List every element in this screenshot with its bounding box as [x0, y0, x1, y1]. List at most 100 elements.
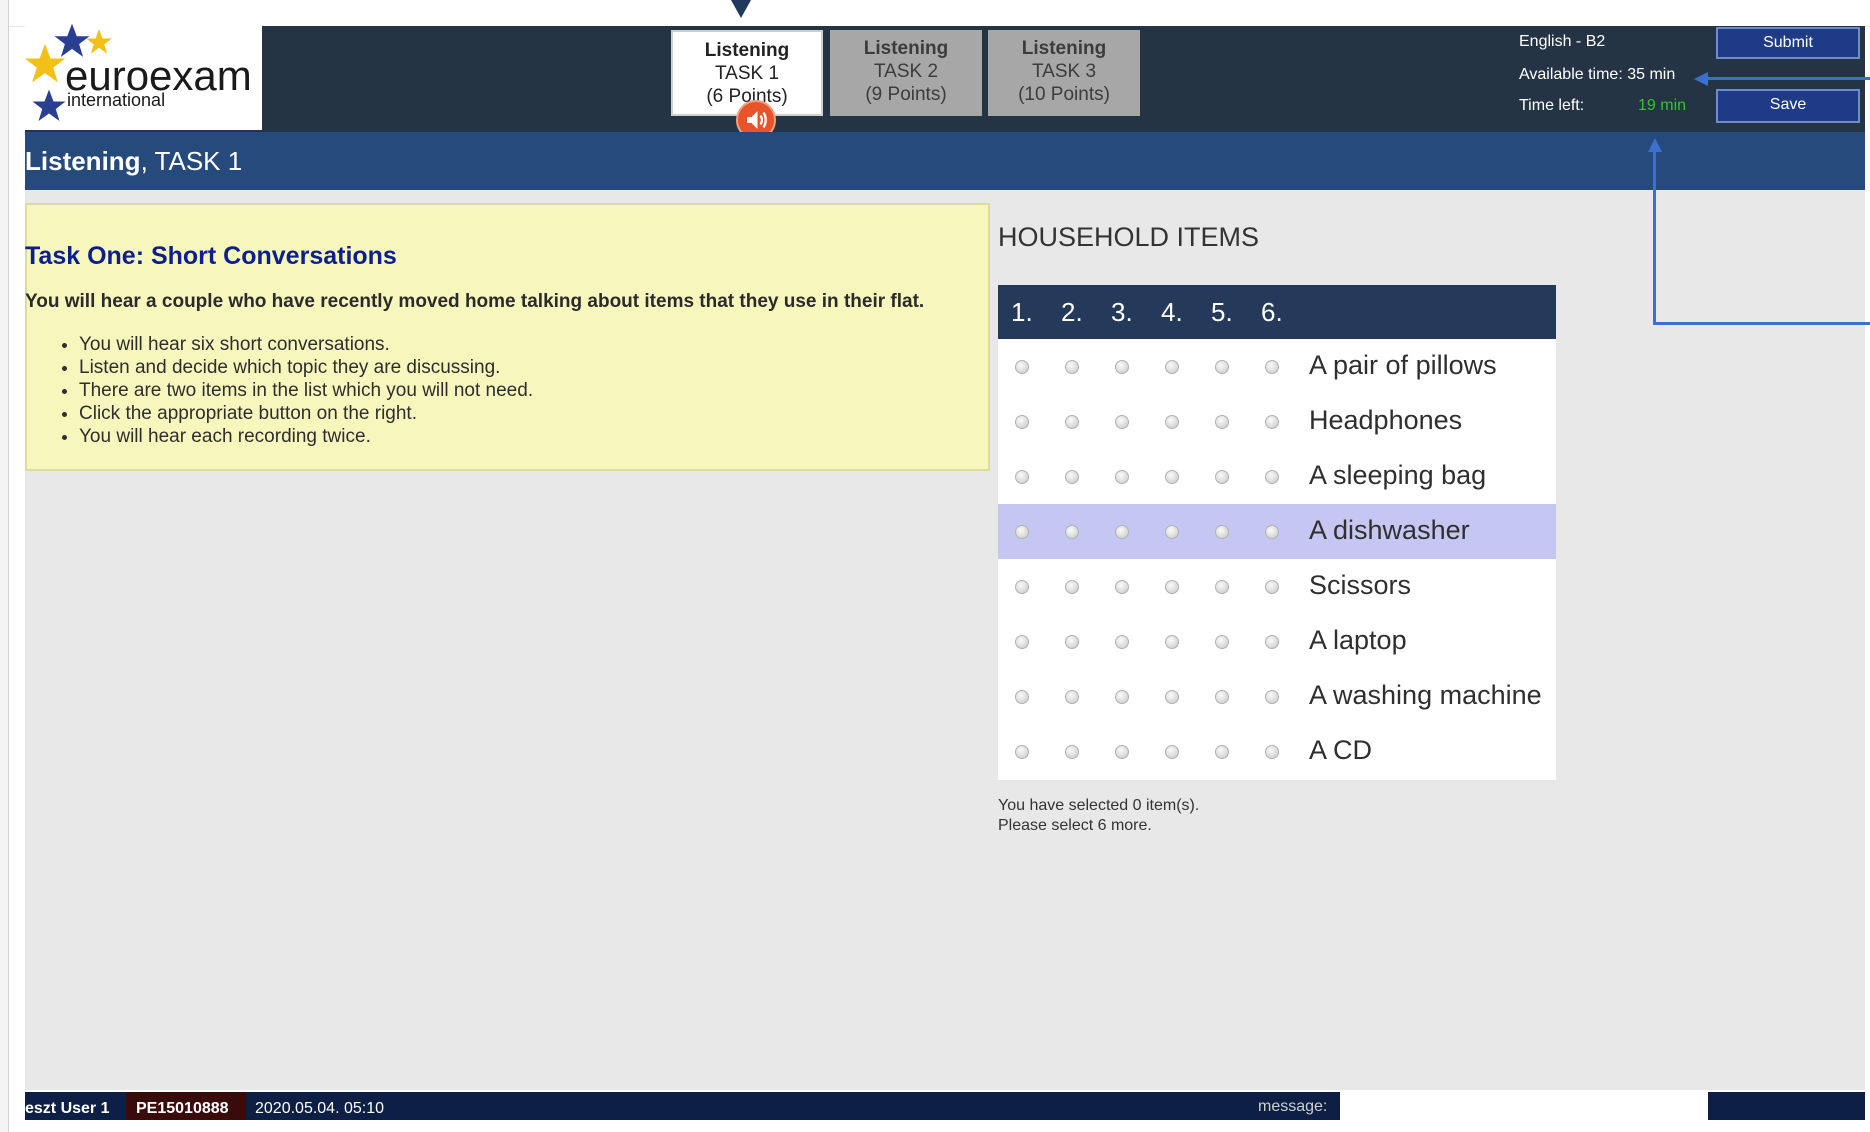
submit-button[interactable]: Submit: [1716, 27, 1860, 59]
answer-row[interactable]: A pair of pillows: [998, 339, 1556, 394]
answer-radio[interactable]: [1165, 470, 1179, 484]
instruction-bullet: There are two items in the list which yo…: [79, 379, 533, 402]
answer-radio[interactable]: [1115, 580, 1129, 594]
answer-radio[interactable]: [1015, 525, 1029, 539]
answer-radio[interactable]: [1265, 470, 1279, 484]
answer-row[interactable]: Headphones: [998, 394, 1556, 449]
euroexam-logo: euroexam international: [24, 23, 262, 130]
pointer-arrow-icon: [731, 0, 751, 18]
answer-radio[interactable]: [1215, 525, 1229, 539]
window-top-strip: [0, 0, 1870, 27]
column-header: 5.: [1211, 297, 1233, 327]
answer-item-label: Headphones: [1309, 405, 1463, 435]
column-header: 3.: [1111, 297, 1133, 327]
session-datetime: 2020.05.04. 05:10: [255, 1100, 385, 1117]
answer-radio[interactable]: [1265, 525, 1279, 539]
answer-radio[interactable]: [1215, 745, 1229, 759]
answer-radio[interactable]: [1165, 635, 1179, 649]
candidate-id: PE15010888: [136, 1100, 229, 1117]
instruction-bullet: You will hear each recording twice.: [79, 425, 533, 448]
time-left-label: Time left:: [1519, 97, 1585, 114]
answer-radio[interactable]: [1015, 415, 1029, 429]
household-items-title: HOUSEHOLD ITEMS: [998, 222, 1260, 252]
tab-task: TASK 1: [714, 63, 780, 84]
answer-radio[interactable]: [1065, 635, 1079, 649]
tab-listening-task-3[interactable]: Listening TASK 3 (10 Points): [988, 30, 1140, 116]
answer-radio[interactable]: [1065, 470, 1079, 484]
answer-row[interactable]: A sleeping bag: [998, 449, 1556, 504]
tab-points: (9 Points): [865, 84, 947, 105]
selection-status: You have selected 0 item(s). Please sele…: [998, 796, 1199, 836]
annotation-arrow-icon: [1648, 138, 1662, 152]
user-name: eszt User 1: [25, 1100, 110, 1117]
tab-title: Listening: [1021, 38, 1107, 59]
answer-radio[interactable]: [1165, 580, 1179, 594]
answer-radio[interactable]: [1065, 690, 1079, 704]
answer-item-label: Scissors: [1309, 570, 1412, 600]
page-title-section: Listening: [25, 146, 141, 176]
answer-radio[interactable]: [1065, 525, 1079, 539]
message-field[interactable]: [1340, 1092, 1708, 1132]
answer-row[interactable]: A washing machine: [998, 669, 1556, 724]
answer-radio[interactable]: [1215, 635, 1229, 649]
answer-radio[interactable]: [1065, 580, 1079, 594]
answer-radio[interactable]: [1115, 470, 1129, 484]
answer-radio[interactable]: [1165, 525, 1179, 539]
answer-radio[interactable]: [1215, 415, 1229, 429]
answer-radio[interactable]: [1165, 690, 1179, 704]
column-header: 1.: [1011, 297, 1033, 327]
answer-radio[interactable]: [1215, 360, 1229, 374]
answer-radio[interactable]: [1115, 360, 1129, 374]
instruction-bullet: Listen and decide which topic they are d…: [79, 356, 533, 379]
answer-radio[interactable]: [1015, 635, 1029, 649]
annotation-arrow-icon: [1694, 72, 1708, 86]
tab-listening-task-2[interactable]: Listening TASK 2 (9 Points): [830, 30, 982, 116]
answer-radio[interactable]: [1015, 470, 1029, 484]
answer-radio[interactable]: [1015, 360, 1029, 374]
answer-radio[interactable]: [1015, 690, 1029, 704]
answer-row[interactable]: A CD: [998, 724, 1556, 779]
answer-radio[interactable]: [1215, 690, 1229, 704]
answer-radio[interactable]: [1165, 415, 1179, 429]
star-icon: [32, 89, 66, 121]
answer-radio[interactable]: [1265, 580, 1279, 594]
answer-radio[interactable]: [1065, 415, 1079, 429]
answer-radio[interactable]: [1115, 635, 1129, 649]
selection-count: You have selected 0 item(s).: [998, 797, 1200, 814]
answer-item-label: A sleeping bag: [1309, 460, 1487, 490]
answer-radio[interactable]: [1065, 360, 1079, 374]
tab-task: TASK 2: [873, 61, 939, 82]
tab-task: TASK 3: [1031, 61, 1097, 82]
instructions-intro: You will hear a couple who have recently…: [25, 291, 925, 312]
answer-grid: 1. 2. 3. 4. 5. 6. A pair of pillows Headp…: [998, 285, 1556, 780]
answer-item-label: A CD: [1309, 735, 1373, 765]
window-left-edge: [0, 0, 9, 1132]
answer-item-label: A washing machine: [1309, 680, 1542, 710]
answer-radio[interactable]: [1265, 690, 1279, 704]
answer-radio[interactable]: [1165, 745, 1179, 759]
answer-radio[interactable]: [1115, 690, 1129, 704]
answer-radio[interactable]: [1065, 745, 1079, 759]
answer-radio[interactable]: [1115, 745, 1129, 759]
answer-radio[interactable]: [1015, 745, 1029, 759]
save-button[interactable]: Save: [1716, 89, 1860, 123]
answer-radio[interactable]: [1265, 360, 1279, 374]
answer-radio[interactable]: [1015, 580, 1029, 594]
answer-radio[interactable]: [1265, 745, 1279, 759]
answer-radio[interactable]: [1265, 415, 1279, 429]
answer-row[interactable]: A dishwasher: [998, 504, 1556, 559]
answer-item-label: A dishwasher: [1309, 515, 1470, 545]
answer-row[interactable]: Scissors: [998, 559, 1556, 614]
answer-radio[interactable]: [1115, 415, 1129, 429]
logo-sub-text: international: [67, 90, 166, 110]
answer-radio[interactable]: [1215, 580, 1229, 594]
answer-radio[interactable]: [1265, 635, 1279, 649]
page-title: Listening, TASK 1: [25, 146, 242, 177]
answer-radio[interactable]: [1215, 470, 1229, 484]
instructions-list: You will hear six short conversations. L…: [55, 333, 533, 448]
exam-level: English - B2: [1519, 33, 1606, 50]
answer-row[interactable]: A laptop: [998, 614, 1556, 669]
answer-radio[interactable]: [1115, 525, 1129, 539]
tab-title: Listening: [863, 38, 949, 59]
answer-radio[interactable]: [1165, 360, 1179, 374]
